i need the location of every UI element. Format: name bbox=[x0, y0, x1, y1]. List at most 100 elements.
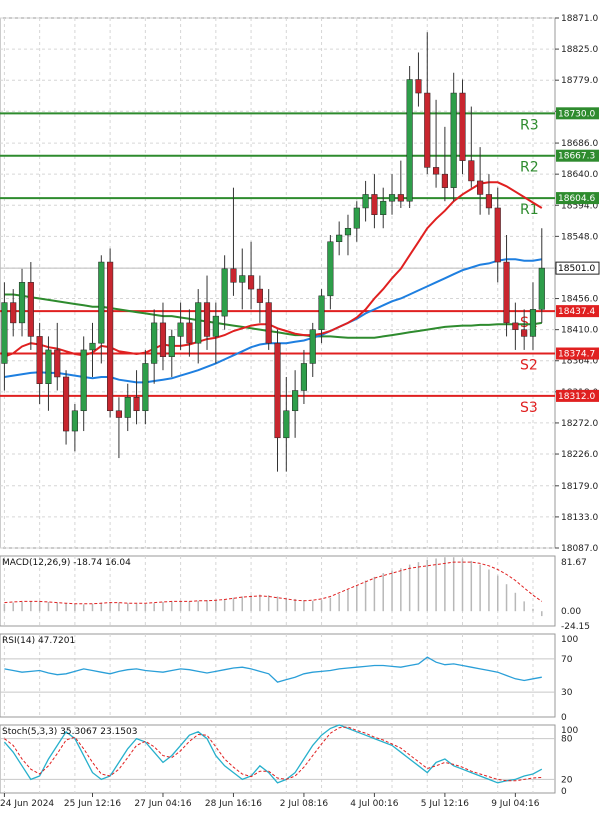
candle-body bbox=[362, 194, 369, 209]
candle-body bbox=[36, 336, 43, 384]
candle-body bbox=[327, 241, 334, 297]
level-price-label: 18604.6 bbox=[558, 194, 595, 204]
candle-body bbox=[433, 167, 440, 175]
price-axis: 18871.018825.018779.018733.018686.018640… bbox=[555, 14, 600, 797]
candle-body bbox=[529, 309, 537, 337]
macd-label: MACD(12,26,9) -18.74 16.04 bbox=[2, 558, 131, 568]
candle-body bbox=[248, 275, 255, 290]
candle-body bbox=[300, 363, 307, 391]
price-tick-label: 18226.0 bbox=[561, 450, 598, 460]
candle-body bbox=[203, 302, 211, 337]
candle-body bbox=[485, 194, 492, 209]
level-price-label: 18667.3 bbox=[558, 152, 595, 162]
candle-body bbox=[441, 173, 448, 188]
ma-fast-line bbox=[4, 181, 543, 358]
rsi-panel: RSI(14) 47.7201 bbox=[0, 636, 555, 693]
candle-body bbox=[177, 322, 184, 337]
candle-body bbox=[186, 322, 193, 344]
candle-body bbox=[512, 322, 519, 330]
trading-chart: R3R2R1S1S2S3 MACD(12,26,9) -18.74 16.04 … bbox=[0, 14, 600, 809]
macd-panel: MACD(12,26,9) -18.74 16.04 bbox=[2, 557, 543, 617]
candle-body bbox=[239, 275, 246, 283]
candle-body bbox=[353, 207, 360, 229]
price-tick-label: 18456.0 bbox=[561, 295, 598, 305]
candle-body bbox=[142, 363, 149, 412]
price-tick-label: 18825.0 bbox=[561, 45, 598, 55]
level-name: R2 bbox=[520, 160, 539, 176]
candle-body bbox=[468, 160, 475, 182]
rsi-label: RSI(14) 47.7201 bbox=[2, 636, 75, 646]
candle-body bbox=[1, 302, 8, 364]
candle-body bbox=[415, 79, 422, 94]
price-tick-label: 18871.0 bbox=[561, 14, 598, 24]
candle-body bbox=[230, 268, 237, 283]
candles bbox=[1, 32, 545, 472]
level-name: S2 bbox=[520, 358, 538, 374]
candle-body bbox=[344, 227, 352, 236]
candle-body bbox=[10, 302, 17, 324]
level-price-label: 18374.7 bbox=[558, 350, 595, 360]
price-tick-label: 18410.0 bbox=[561, 326, 598, 336]
panel-frame-2 bbox=[0, 633, 556, 718]
candle-body bbox=[538, 267, 545, 310]
candle-body bbox=[494, 207, 501, 263]
candle-body bbox=[318, 295, 325, 330]
candle-body bbox=[336, 234, 343, 243]
candle-body bbox=[397, 194, 404, 202]
candle-body bbox=[503, 261, 510, 324]
candle-body bbox=[283, 410, 290, 439]
candle-body bbox=[107, 261, 114, 412]
price-tick-label: 18179.0 bbox=[561, 482, 598, 492]
candle-body bbox=[388, 194, 396, 202]
candle-body bbox=[309, 329, 316, 364]
time-tick-label: 27 Jun 04:16 bbox=[134, 799, 191, 809]
candle-body bbox=[212, 315, 219, 337]
price-tick-label: 18548.0 bbox=[561, 232, 598, 242]
candle-body bbox=[18, 282, 26, 324]
ma-slow-line bbox=[4, 293, 542, 339]
candle-body bbox=[459, 92, 466, 161]
time-axis: 24 Jun 2024 25 Jun 12:16 27 Jun 04:16 28 Ju… bbox=[0, 793, 540, 809]
time-tick-label: 5 Jul 12:16 bbox=[421, 799, 470, 809]
candle-body bbox=[221, 268, 228, 317]
level-name: S3 bbox=[520, 400, 538, 416]
level-price-label: 18312.0 bbox=[558, 392, 595, 402]
price-tick-label: 18272.0 bbox=[561, 419, 598, 429]
time-tick-label: 2 Jul 08:16 bbox=[280, 799, 329, 809]
time-tick-label: 25 Jun 12:16 bbox=[64, 799, 121, 809]
candle-body bbox=[450, 92, 457, 188]
time-tick-label: 24 Jun 2024 bbox=[0, 799, 54, 809]
macd-tick-label: 81.67 bbox=[561, 558, 587, 568]
rsi-tick-label: 100 bbox=[561, 635, 578, 645]
candle-body bbox=[424, 92, 431, 168]
candle-body bbox=[159, 322, 167, 357]
candle-body bbox=[151, 322, 158, 364]
candle-body bbox=[292, 390, 299, 412]
candle-body bbox=[371, 194, 378, 215]
macd-signal-line bbox=[4, 561, 543, 605]
candle-body bbox=[274, 342, 281, 439]
price-tick-label: 18640.0 bbox=[561, 170, 598, 180]
candle-body bbox=[27, 282, 34, 337]
candle-body bbox=[89, 342, 96, 351]
candle-body bbox=[54, 349, 61, 378]
price-tick-label: 18779.0 bbox=[561, 76, 598, 86]
macd-tick-label: -24.15 bbox=[561, 622, 590, 632]
candle-body bbox=[63, 376, 70, 432]
time-tick-label: 28 Jun 16:16 bbox=[205, 799, 262, 809]
candle-body bbox=[45, 349, 52, 384]
level-price-label: 18730.0 bbox=[558, 109, 595, 119]
candle-body bbox=[98, 261, 105, 344]
stoch-tick-label: 0 bbox=[561, 787, 567, 797]
rsi-line bbox=[4, 656, 542, 683]
candle-body bbox=[124, 396, 131, 418]
candle-body bbox=[195, 302, 202, 344]
candle-body bbox=[168, 336, 175, 357]
candle-body bbox=[406, 79, 413, 202]
candle-body bbox=[265, 302, 272, 344]
stoch-label: Stoch(5,3,3) 35.3067 23.1503 bbox=[2, 727, 137, 737]
rsi-tick-label: 0 bbox=[561, 713, 567, 723]
time-tick-label: 4 Jul 00:16 bbox=[350, 799, 399, 809]
last-price-label: 18501.0 bbox=[558, 264, 595, 274]
price-tick-label: 18087.0 bbox=[561, 544, 598, 554]
